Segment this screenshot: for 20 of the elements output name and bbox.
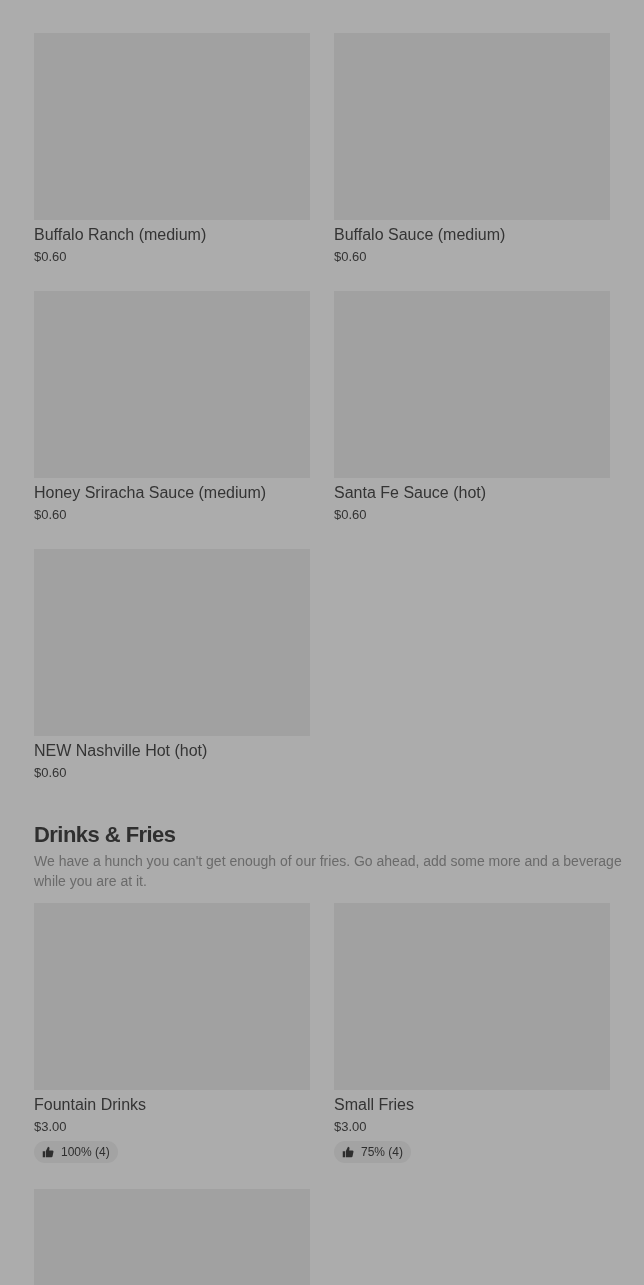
item-price: $3.00 (334, 1119, 368, 1135)
thumbs-up-icon (42, 1146, 54, 1158)
item-price: $0.60 (34, 765, 68, 781)
item-name: Santa Fe Sauce (hot) (334, 483, 488, 503)
item-name: Small Fries (334, 1095, 415, 1115)
item-price: $0.60 (34, 249, 68, 265)
item-price: $0.60 (334, 249, 368, 265)
item-price: $0.60 (334, 507, 368, 523)
item-name: Honey Sriracha Sauce (medium) (34, 483, 268, 503)
thumbs-up-icon (342, 1146, 354, 1158)
item-name: NEW Nashville Hot (hot) (34, 741, 209, 761)
item-name: Fountain Drinks (34, 1095, 148, 1115)
section-title: Drinks & Fries (34, 821, 177, 849)
item-price: $3.00 (34, 1119, 68, 1135)
item-price: $0.60 (34, 507, 68, 523)
rating-text: 75% (4) (361, 1144, 404, 1161)
rating-text: 100% (4) (61, 1144, 110, 1161)
section-description: We have a hunch you can't get enough of our fries. Go ahead, add some more and a beverage while you are at it. (34, 852, 623, 891)
item-name: Buffalo Ranch (medium) (34, 225, 208, 245)
item-name: Buffalo Sauce (medium) (334, 225, 507, 245)
